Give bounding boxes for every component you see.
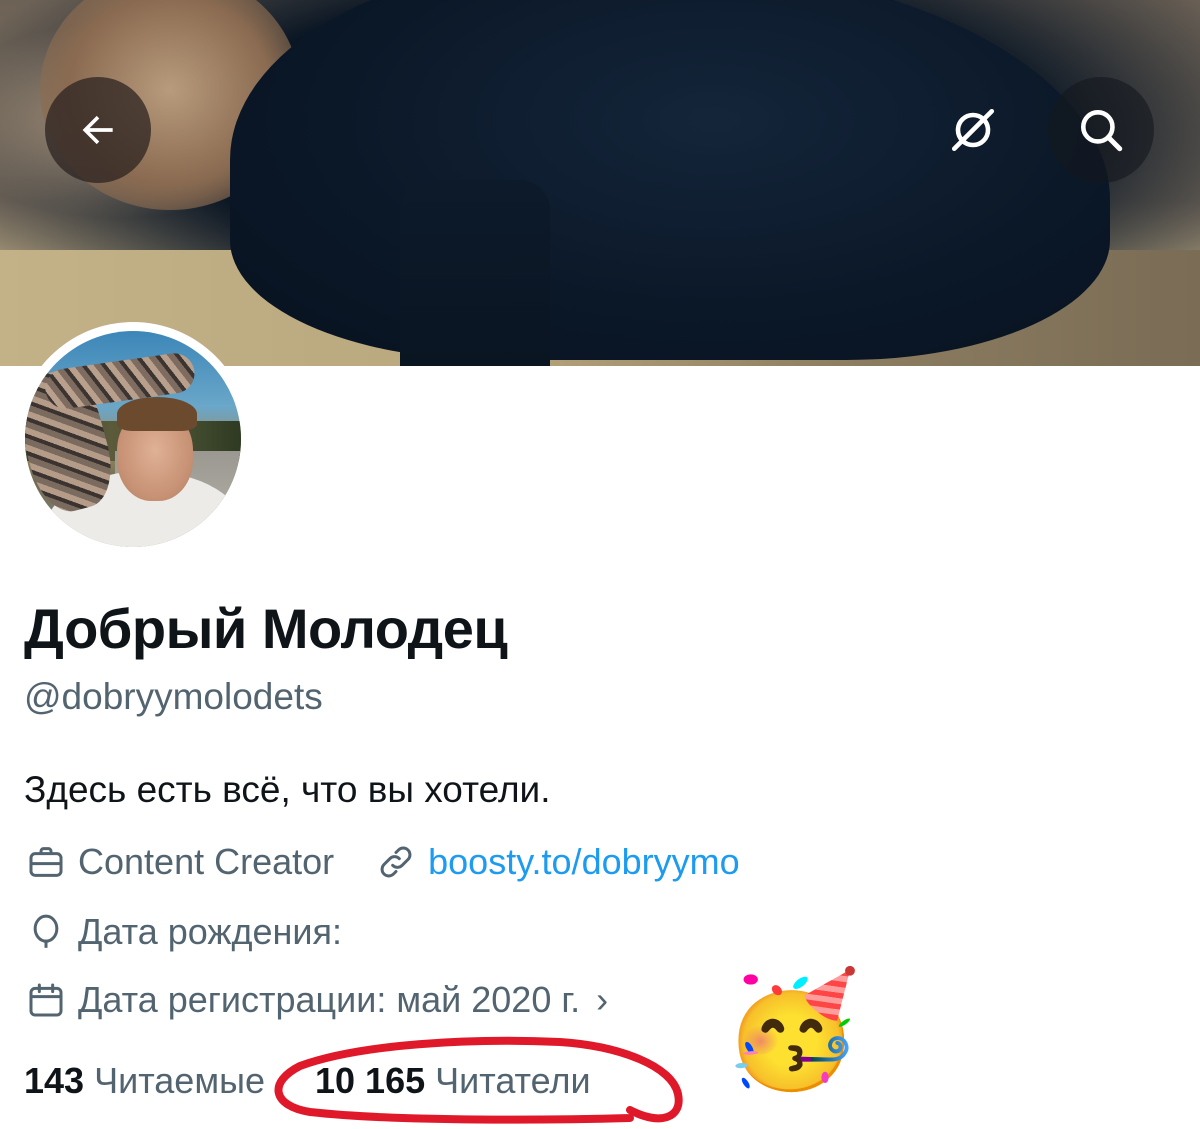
search-button[interactable] — [1048, 77, 1154, 183]
grok-button[interactable] — [920, 77, 1026, 183]
grok-icon — [951, 108, 995, 152]
profile-joined: Дата регистрации: май 2020 г. — [78, 979, 581, 1020]
profile-category: Content Creator — [78, 841, 335, 882]
briefcase-icon — [24, 840, 68, 884]
followers-label: Читатели — [435, 1060, 591, 1101]
back-button[interactable] — [45, 77, 151, 183]
profile-birthday: Дата рождения: — [78, 911, 342, 952]
profile-handle: @dobryymolodets — [24, 676, 323, 717]
profile-stats: 143 Читаемые 10 165 Читатели — [24, 1060, 591, 1102]
profile-name: Добрый Молодец — [24, 597, 508, 660]
profile-birthday-row: Дата рождения: — [24, 910, 342, 954]
profile-meta-row: Content Creator boosty.to/dobryymo — [24, 840, 740, 884]
chevron-right-icon: › — [596, 979, 609, 1020]
avatar[interactable] — [16, 322, 250, 556]
party-face-emoji: 🥳 — [722, 965, 862, 1095]
following-stat[interactable]: 143 Читаемые — [24, 1060, 265, 1101]
profile-bio: Здесь есть всё, что вы хотели. — [24, 769, 551, 810]
calendar-icon — [24, 978, 68, 1022]
followers-stat[interactable]: 10 165 Читатели — [315, 1060, 591, 1101]
arrow-left-icon — [82, 115, 113, 145]
profile-website-link[interactable]: boosty.to/dobryymo — [428, 841, 739, 883]
avatar-photo — [25, 331, 241, 547]
link-icon — [374, 840, 418, 884]
search-icon — [1081, 110, 1123, 152]
following-label: Читаемые — [94, 1060, 265, 1101]
banner-arm — [400, 180, 550, 366]
balloon-icon — [24, 910, 68, 954]
profile-banner[interactable] — [0, 0, 1200, 366]
following-count: 143 — [24, 1060, 85, 1101]
profile-joined-row[interactable]: Дата регистрации: май 2020 г. › — [24, 978, 608, 1022]
followers-count: 10 165 — [315, 1060, 426, 1101]
